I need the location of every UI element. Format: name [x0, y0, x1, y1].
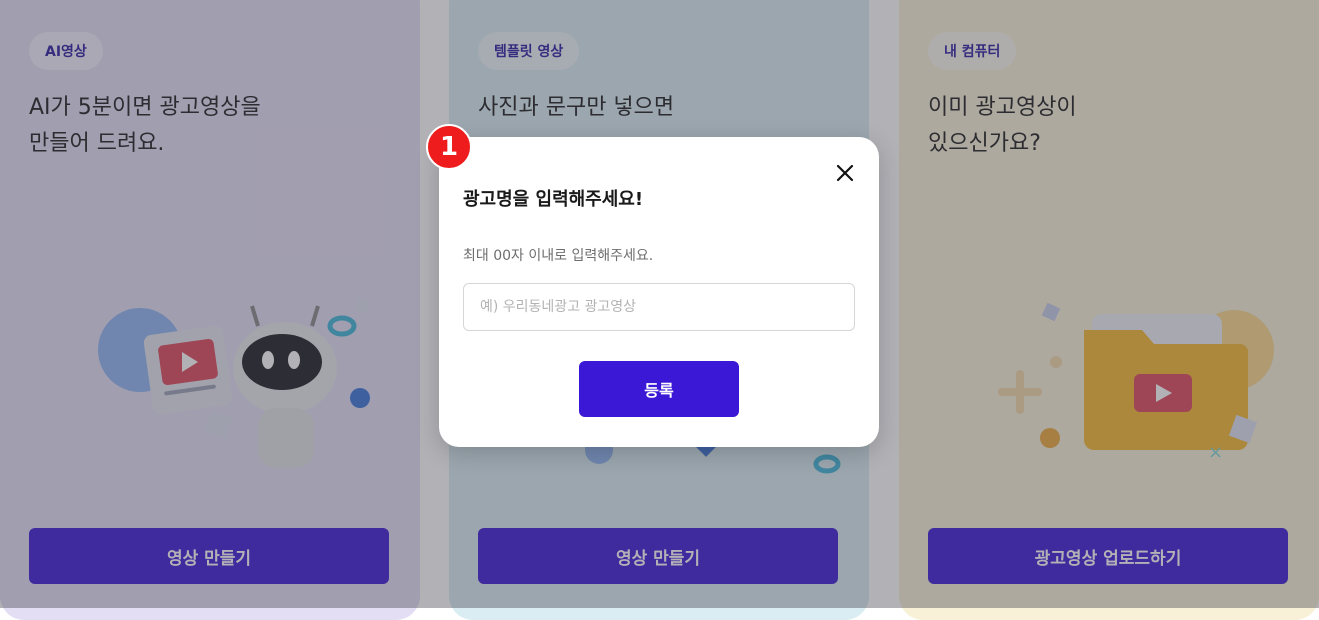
- ad-name-input[interactable]: [463, 283, 855, 331]
- dialog-title: 광고명을 입력해주세요!: [463, 189, 644, 210]
- dialog-hint: 최대 00자 이내로 입력해주세요.: [463, 248, 654, 264]
- register-button[interactable]: 등록: [579, 361, 739, 417]
- close-icon[interactable]: [833, 161, 857, 185]
- ad-name-dialog: 광고명을 입력해주세요! 최대 00자 이내로 입력해주세요. 등록: [439, 137, 879, 447]
- step-number-badge: 1: [426, 124, 472, 170]
